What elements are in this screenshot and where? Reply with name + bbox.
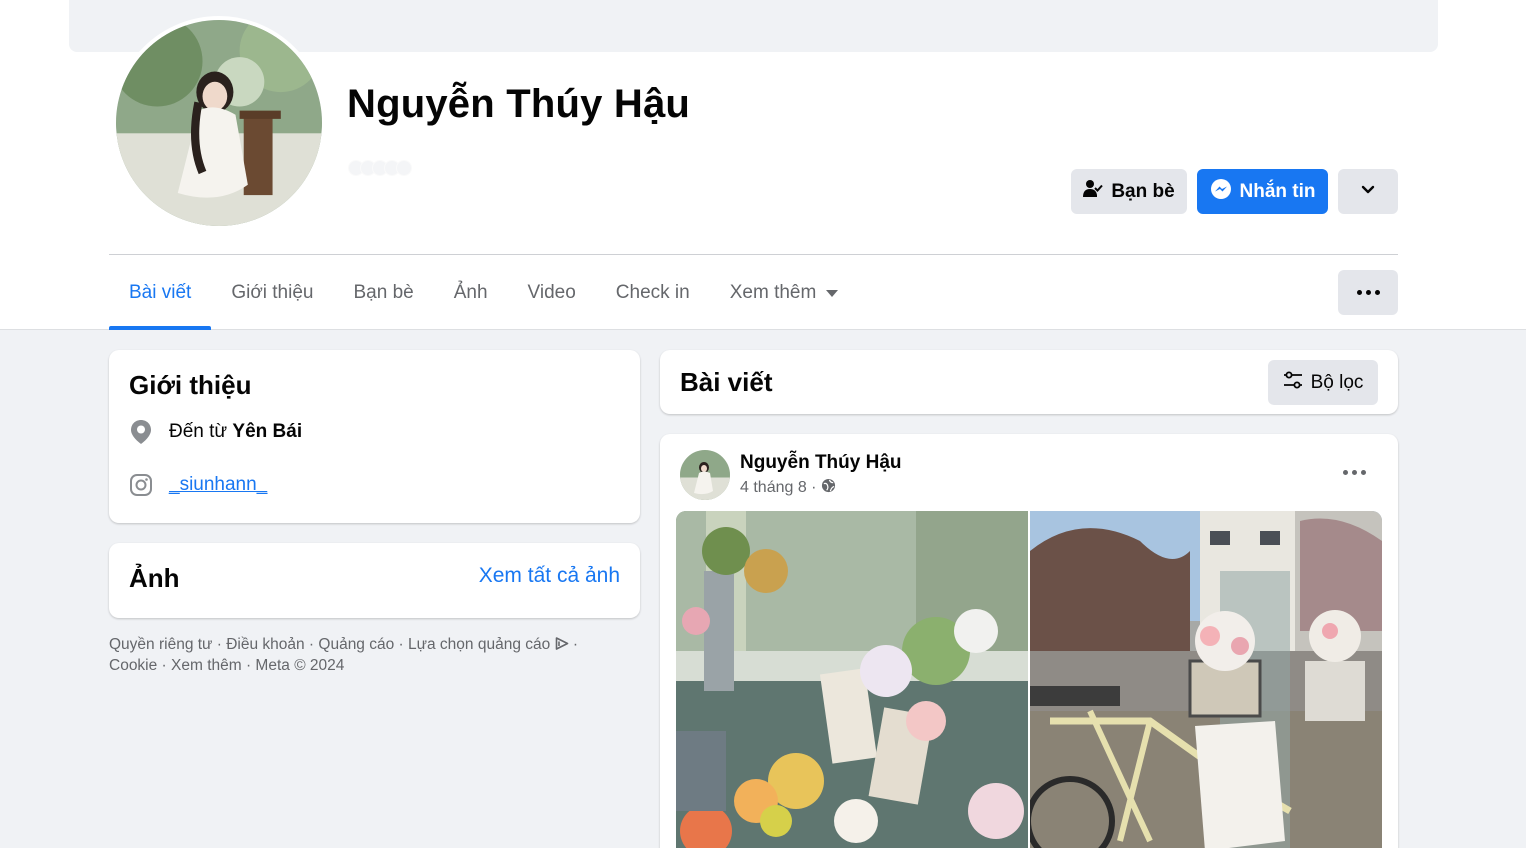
profile-tabs: Bài viết Giới thiệu Bạn bè Ảnh Video Che… [109,256,858,330]
hometown-prefix: Đến từ [169,421,228,442]
friends-button[interactable]: Bạn bè [1071,169,1187,214]
instagram-link[interactable]: _siunhann_ [169,474,267,496]
footer-line-1-end: · [568,636,579,653]
profile-avatar[interactable] [112,16,326,230]
globe-icon [821,478,836,498]
friends-button-label: Bạn bè [1111,180,1175,202]
message-button[interactable]: Nhắn tin [1197,169,1328,214]
caret-down-icon [826,289,839,297]
footer-line-1[interactable]: Quyền riêng tư · Điều khoản · Quảng cáo … [109,636,550,653]
posts-title: Bài viết [680,367,773,397]
messenger-icon [1210,178,1232,206]
adchoices-icon [555,636,569,653]
post-card: Nguyễn Thúy Hậu 4 tháng 8 · [660,434,1398,848]
tab-see-more[interactable]: Xem thêm [710,256,859,330]
filter-button[interactable]: Bộ lọc [1268,360,1378,405]
profile-name: Nguyễn Thúy Hậu [347,82,691,126]
post-meta: 4 tháng 8 · [740,478,836,498]
tab-posts[interactable]: Bài viết [109,256,212,330]
filter-icon [1283,371,1303,395]
instagram-icon [129,472,153,498]
post-photo-1[interactable] [676,511,1028,848]
photos-title: Ảnh [129,563,180,593]
intro-title: Giới thiệu [129,370,252,400]
mutual-friends-avatars[interactable] [348,160,418,176]
friends-icon [1083,179,1104,205]
see-all-photos-link[interactable]: Xem tất cả ảnh [479,564,620,588]
profile-options-button[interactable] [1338,169,1398,214]
hometown-place[interactable]: Yên Bái [232,421,302,442]
tab-videos[interactable]: Video [508,256,596,330]
more-icon [1356,290,1380,295]
footer-line-2[interactable]: Cookie · Xem thêm · Meta © 2024 [109,655,640,676]
post-date[interactable]: 4 tháng 8 · [740,479,817,497]
tab-checkins[interactable]: Check in [596,256,710,330]
post-author-avatar[interactable] [680,450,730,500]
filter-button-label: Bộ lọc [1310,371,1364,393]
location-pin-icon [129,419,153,445]
tab-friends[interactable]: Bạn bè [333,256,433,330]
photos-card: Ảnh Xem tất cả ảnh [109,543,640,618]
profile-header: Nguyễn Thúy Hậu Bạn bè Nhắn tin Bài viết… [0,0,1526,330]
tabs-more-button[interactable] [1338,270,1398,315]
post-photo-2[interactable] [1030,511,1382,848]
intro-hometown: Đến từ Yên Bái [129,419,302,445]
header-divider [109,254,1398,255]
chevron-down-icon [1360,181,1376,203]
tab-about[interactable]: Giới thiệu [211,256,333,330]
tab-photos[interactable]: Ảnh [434,256,508,330]
footer-links: Quyền riêng tư · Điều khoản · Quảng cáo … [109,634,640,676]
more-icon [1342,469,1366,475]
message-button-label: Nhắn tin [1239,180,1316,202]
intro-instagram: _siunhann_ [129,472,267,498]
post-author-name[interactable]: Nguyễn Thúy Hậu [740,452,902,474]
post-options-button[interactable] [1334,458,1374,486]
